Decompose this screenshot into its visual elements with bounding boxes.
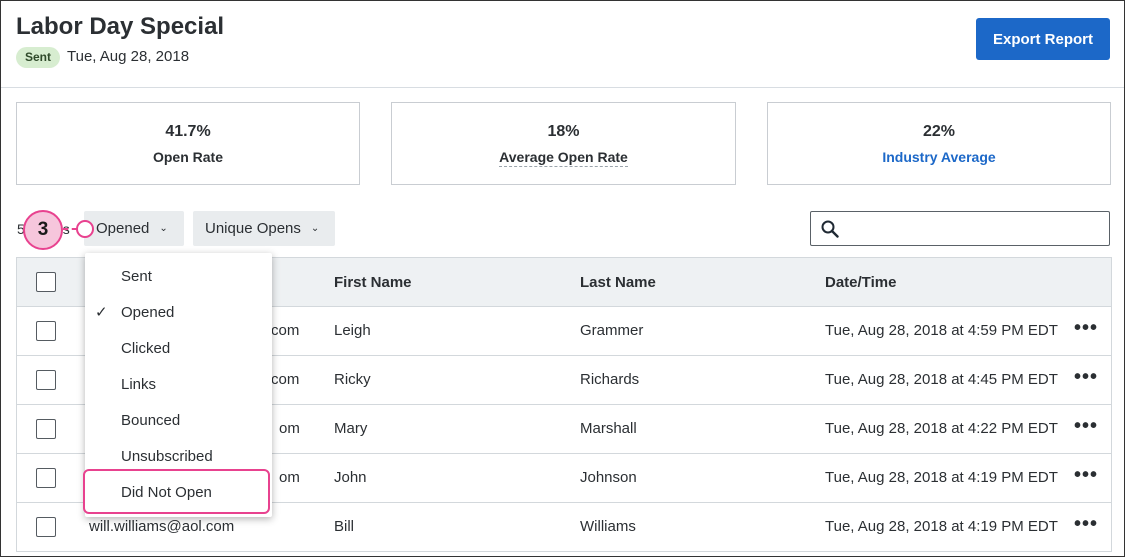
report-panel: Labor Day Special Sent Tue, Aug 28, 2018…: [0, 0, 1125, 557]
stat-label-text[interactable]: Average Open Rate: [499, 149, 628, 167]
filter-label: Opened: [96, 220, 150, 237]
datetime-cell: Tue, Aug 28, 2018 at 4:22 PM EDT: [825, 420, 1058, 437]
last-name-cell: Grammer: [580, 322, 644, 339]
stat-open-rate: 41.7% Open Rate: [16, 102, 360, 185]
stat-label: Open Rate: [17, 149, 359, 165]
industry-average-link[interactable]: Industry Average: [882, 149, 995, 165]
email-cell: om: [279, 469, 300, 486]
opens-label: Unique Opens: [205, 220, 301, 237]
first-name-cell: Ricky: [334, 371, 371, 388]
stat-value: 22%: [922, 123, 956, 140]
email-cell: om: [279, 420, 300, 437]
row-checkbox[interactable]: [36, 517, 56, 537]
first-name-cell: Mary: [334, 420, 368, 437]
email-cell: com: [271, 371, 300, 388]
datetime-cell: Tue, Aug 28, 2018 at 4:19 PM EDT: [825, 518, 1058, 535]
header-divider: [1, 87, 1124, 88]
last-name-cell: Richards: [580, 371, 640, 388]
sent-date: Tue, Aug 28, 2018: [67, 48, 190, 65]
stat-label: Industry Average: [768, 149, 1110, 165]
stat-value: 18%: [547, 123, 580, 140]
row-checkbox[interactable]: [36, 468, 56, 488]
last-name-cell: Williams: [580, 518, 636, 535]
email-cell: will.williams@aol.com: [89, 518, 235, 535]
row-checkbox[interactable]: [36, 370, 56, 390]
stat-value: 41.7%: [165, 123, 211, 140]
stat-average-open-rate: 18% Average Open Rate: [391, 102, 736, 185]
stat-industry-average: 22% Industry Average: [767, 102, 1111, 185]
activity-filter-menu: Sent ✓ Opened Clicked Links Bounced Unsub…: [85, 253, 272, 517]
row-actions-menu-icon[interactable]: •••: [1074, 464, 1098, 487]
menu-item-bounced[interactable]: Bounced: [85, 403, 272, 439]
last-name-cell: Marshall: [580, 420, 637, 437]
menu-item-clicked[interactable]: Clicked: [85, 331, 272, 367]
unique-opens-dropdown[interactable]: Unique Opens ⌄: [193, 211, 335, 246]
datetime-cell: Tue, Aug 28, 2018 at 4:19 PM EDT: [825, 469, 1058, 486]
menu-item-label: Unsubscribed: [121, 448, 213, 465]
select-all-checkbox[interactable]: [36, 272, 56, 292]
menu-item-links[interactable]: Links: [85, 367, 272, 403]
menu-item-label: Clicked: [121, 340, 171, 357]
first-name-cell: John: [334, 469, 367, 486]
chevron-down-icon: ⌄: [310, 223, 320, 234]
column-header-first-name[interactable]: First Name: [334, 274, 412, 291]
row-checkbox[interactable]: [36, 419, 56, 439]
page-title: Labor Day Special: [16, 13, 225, 40]
menu-item-label: Links: [121, 376, 157, 393]
menu-item-label: Sent: [121, 268, 152, 285]
checkmark-icon: ✓: [95, 304, 108, 321]
callout-target-dot: [76, 220, 94, 238]
stat-label: Average Open Rate: [392, 149, 735, 167]
datetime-cell: Tue, Aug 28, 2018 at 4:59 PM EDT: [825, 322, 1058, 339]
row-actions-menu-icon[interactable]: •••: [1074, 513, 1098, 536]
callout-connector: [63, 228, 77, 230]
menu-item-label: Opened: [121, 304, 175, 321]
status-badge: Sent: [16, 47, 61, 68]
export-report-button[interactable]: Export Report: [976, 18, 1110, 60]
row-actions-menu-icon[interactable]: •••: [1074, 366, 1098, 389]
first-name-cell: Leigh: [334, 322, 371, 339]
activity-filter-dropdown[interactable]: Opened ⌄: [84, 211, 184, 246]
menu-item-sent[interactable]: Sent: [85, 259, 272, 295]
first-name-cell: Bill: [334, 518, 355, 535]
last-name-cell: Johnson: [580, 469, 637, 486]
menu-item-label: Did Not Open: [121, 484, 212, 501]
menu-item-label: Bounced: [121, 412, 181, 429]
step-callout: 3: [23, 210, 63, 250]
row-actions-menu-icon[interactable]: •••: [1074, 415, 1098, 438]
column-header-last-name[interactable]: Last Name: [580, 274, 656, 291]
menu-item-did-not-open[interactable]: Did Not Open: [85, 475, 272, 511]
search-box[interactable]: [810, 211, 1110, 246]
menu-item-opened[interactable]: ✓ Opened: [85, 295, 272, 331]
search-icon: [821, 220, 839, 238]
search-input[interactable]: [847, 214, 1106, 244]
email-cell: com: [271, 322, 300, 339]
row-checkbox[interactable]: [36, 321, 56, 341]
column-header-date-time[interactable]: Date/Time: [825, 274, 896, 291]
menu-item-unsubscribed[interactable]: Unsubscribed: [85, 439, 272, 475]
datetime-cell: Tue, Aug 28, 2018 at 4:45 PM EDT: [825, 371, 1058, 388]
chevron-down-icon: ⌄: [159, 223, 168, 234]
stat-label-text: Open Rate: [152, 149, 223, 165]
row-actions-menu-icon[interactable]: •••: [1074, 317, 1098, 340]
